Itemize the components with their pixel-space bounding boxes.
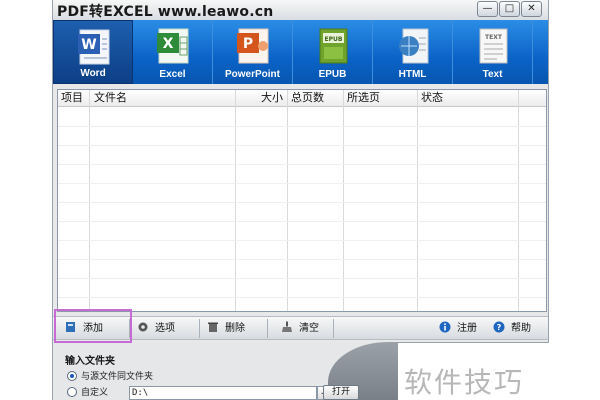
gear-icon	[138, 322, 148, 332]
row-divider	[58, 202, 546, 203]
row-divider	[58, 278, 546, 279]
separator	[199, 319, 200, 338]
powerpoint-label: PowerPoint	[224, 69, 280, 80]
word-label: Word	[80, 68, 106, 79]
help-button[interactable]: ? 帮助	[493, 319, 531, 338]
delete-button[interactable]: 删除	[207, 319, 245, 338]
delete-label: 删除	[225, 323, 245, 334]
text-doc-icon: TEXT	[479, 28, 508, 64]
excel-format-button[interactable]: X Excel	[133, 20, 213, 84]
row-divider	[58, 259, 546, 260]
radio-selected[interactable]	[67, 371, 77, 381]
minimize-button[interactable]: —	[477, 1, 498, 17]
word-doc-icon: W	[78, 29, 110, 65]
row-divider	[58, 221, 546, 222]
text-format-button[interactable]: TEXT Text	[453, 20, 533, 84]
epub-format-button[interactable]: EPUB EPUB	[293, 20, 373, 84]
word-format-button[interactable]: W Word	[53, 20, 133, 84]
maximize-button[interactable]: □	[499, 1, 520, 17]
powerpoint-format-button[interactable]: P PowerPoint	[213, 20, 293, 84]
svg-text:X: X	[163, 36, 174, 52]
app-window: PDF转EXCEL www.leawo.cn — □ ✕ W Word X Ex	[52, 0, 549, 400]
trash-icon	[208, 322, 218, 332]
svg-text:TEXT: TEXT	[485, 34, 503, 41]
table-header: 项目 文件名 大小 总页数 所选页 状态	[58, 90, 546, 107]
html-doc-icon	[399, 28, 429, 64]
excel-label: Excel	[159, 69, 186, 80]
row-divider	[58, 126, 546, 127]
epub-doc-icon: EPUB	[319, 28, 348, 64]
help-label: 帮助	[511, 323, 531, 334]
svg-text:?: ?	[497, 323, 502, 332]
epub-label: EPUB	[318, 69, 347, 80]
clear-button[interactable]: 清空	[281, 319, 319, 338]
row-divider	[58, 145, 546, 146]
powerpoint-doc-icon: P	[237, 28, 269, 64]
row-divider	[58, 183, 546, 184]
row-divider	[58, 297, 546, 298]
column-header-filename[interactable]: 文件名	[94, 90, 127, 107]
radio-unselected[interactable]	[67, 387, 77, 397]
svg-text:EPUB: EPUB	[325, 36, 343, 43]
html-label: HTML	[398, 69, 427, 80]
output-path-field[interactable]: D:\	[129, 386, 317, 400]
html-format-button[interactable]: HTML	[373, 20, 453, 84]
row-divider	[58, 164, 546, 165]
row-divider	[58, 240, 546, 241]
column-header-item[interactable]: 项目	[61, 90, 83, 107]
window-title: PDF转EXCEL www.leawo.cn	[57, 4, 274, 20]
register-button[interactable]: 注册	[439, 319, 477, 338]
info-icon	[439, 321, 451, 333]
help-icon: ?	[493, 321, 505, 333]
output-folder-label: 输入文件夹	[65, 356, 115, 367]
add-button-highlight	[54, 309, 132, 343]
options-label: 选项	[155, 323, 175, 334]
svg-text:P: P	[243, 36, 253, 52]
title-bar: PDF转EXCEL www.leawo.cn — □ ✕	[53, 0, 548, 20]
clear-label: 清空	[299, 323, 319, 334]
window-controls: — □ ✕	[476, 1, 542, 17]
broom-icon	[282, 321, 292, 332]
options-button[interactable]: 选项	[137, 319, 175, 338]
same-folder-label: 与源文件同文件夹	[81, 372, 154, 382]
excel-doc-icon: X	[157, 28, 189, 64]
register-label: 注册	[457, 323, 477, 334]
file-list-table[interactable]: 项目 文件名 大小 总页数 所选页 状态	[57, 89, 547, 312]
custom-label: 自定义	[81, 388, 109, 398]
column-header-size[interactable]: 大小	[261, 90, 283, 107]
close-button[interactable]: ✕	[521, 1, 542, 17]
open-folder-button[interactable]: 打开	[323, 385, 359, 400]
custom-folder-option[interactable]: 自定义	[67, 387, 108, 399]
separator	[333, 319, 334, 338]
column-header-total-pages[interactable]: 总页数	[291, 90, 324, 107]
watermark-text: 软件技巧	[404, 366, 525, 399]
svg-text:W: W	[81, 37, 96, 53]
column-header-status[interactable]: 状态	[421, 90, 443, 107]
same-folder-option[interactable]: 与源文件同文件夹	[67, 371, 153, 383]
text-label: Text	[482, 69, 503, 80]
format-toolbar: W Word X Excel P PowerPoint EPUB EPUB HT…	[53, 20, 548, 84]
separator	[267, 319, 268, 338]
column-header-selected-pages[interactable]: 所选页	[347, 90, 380, 107]
